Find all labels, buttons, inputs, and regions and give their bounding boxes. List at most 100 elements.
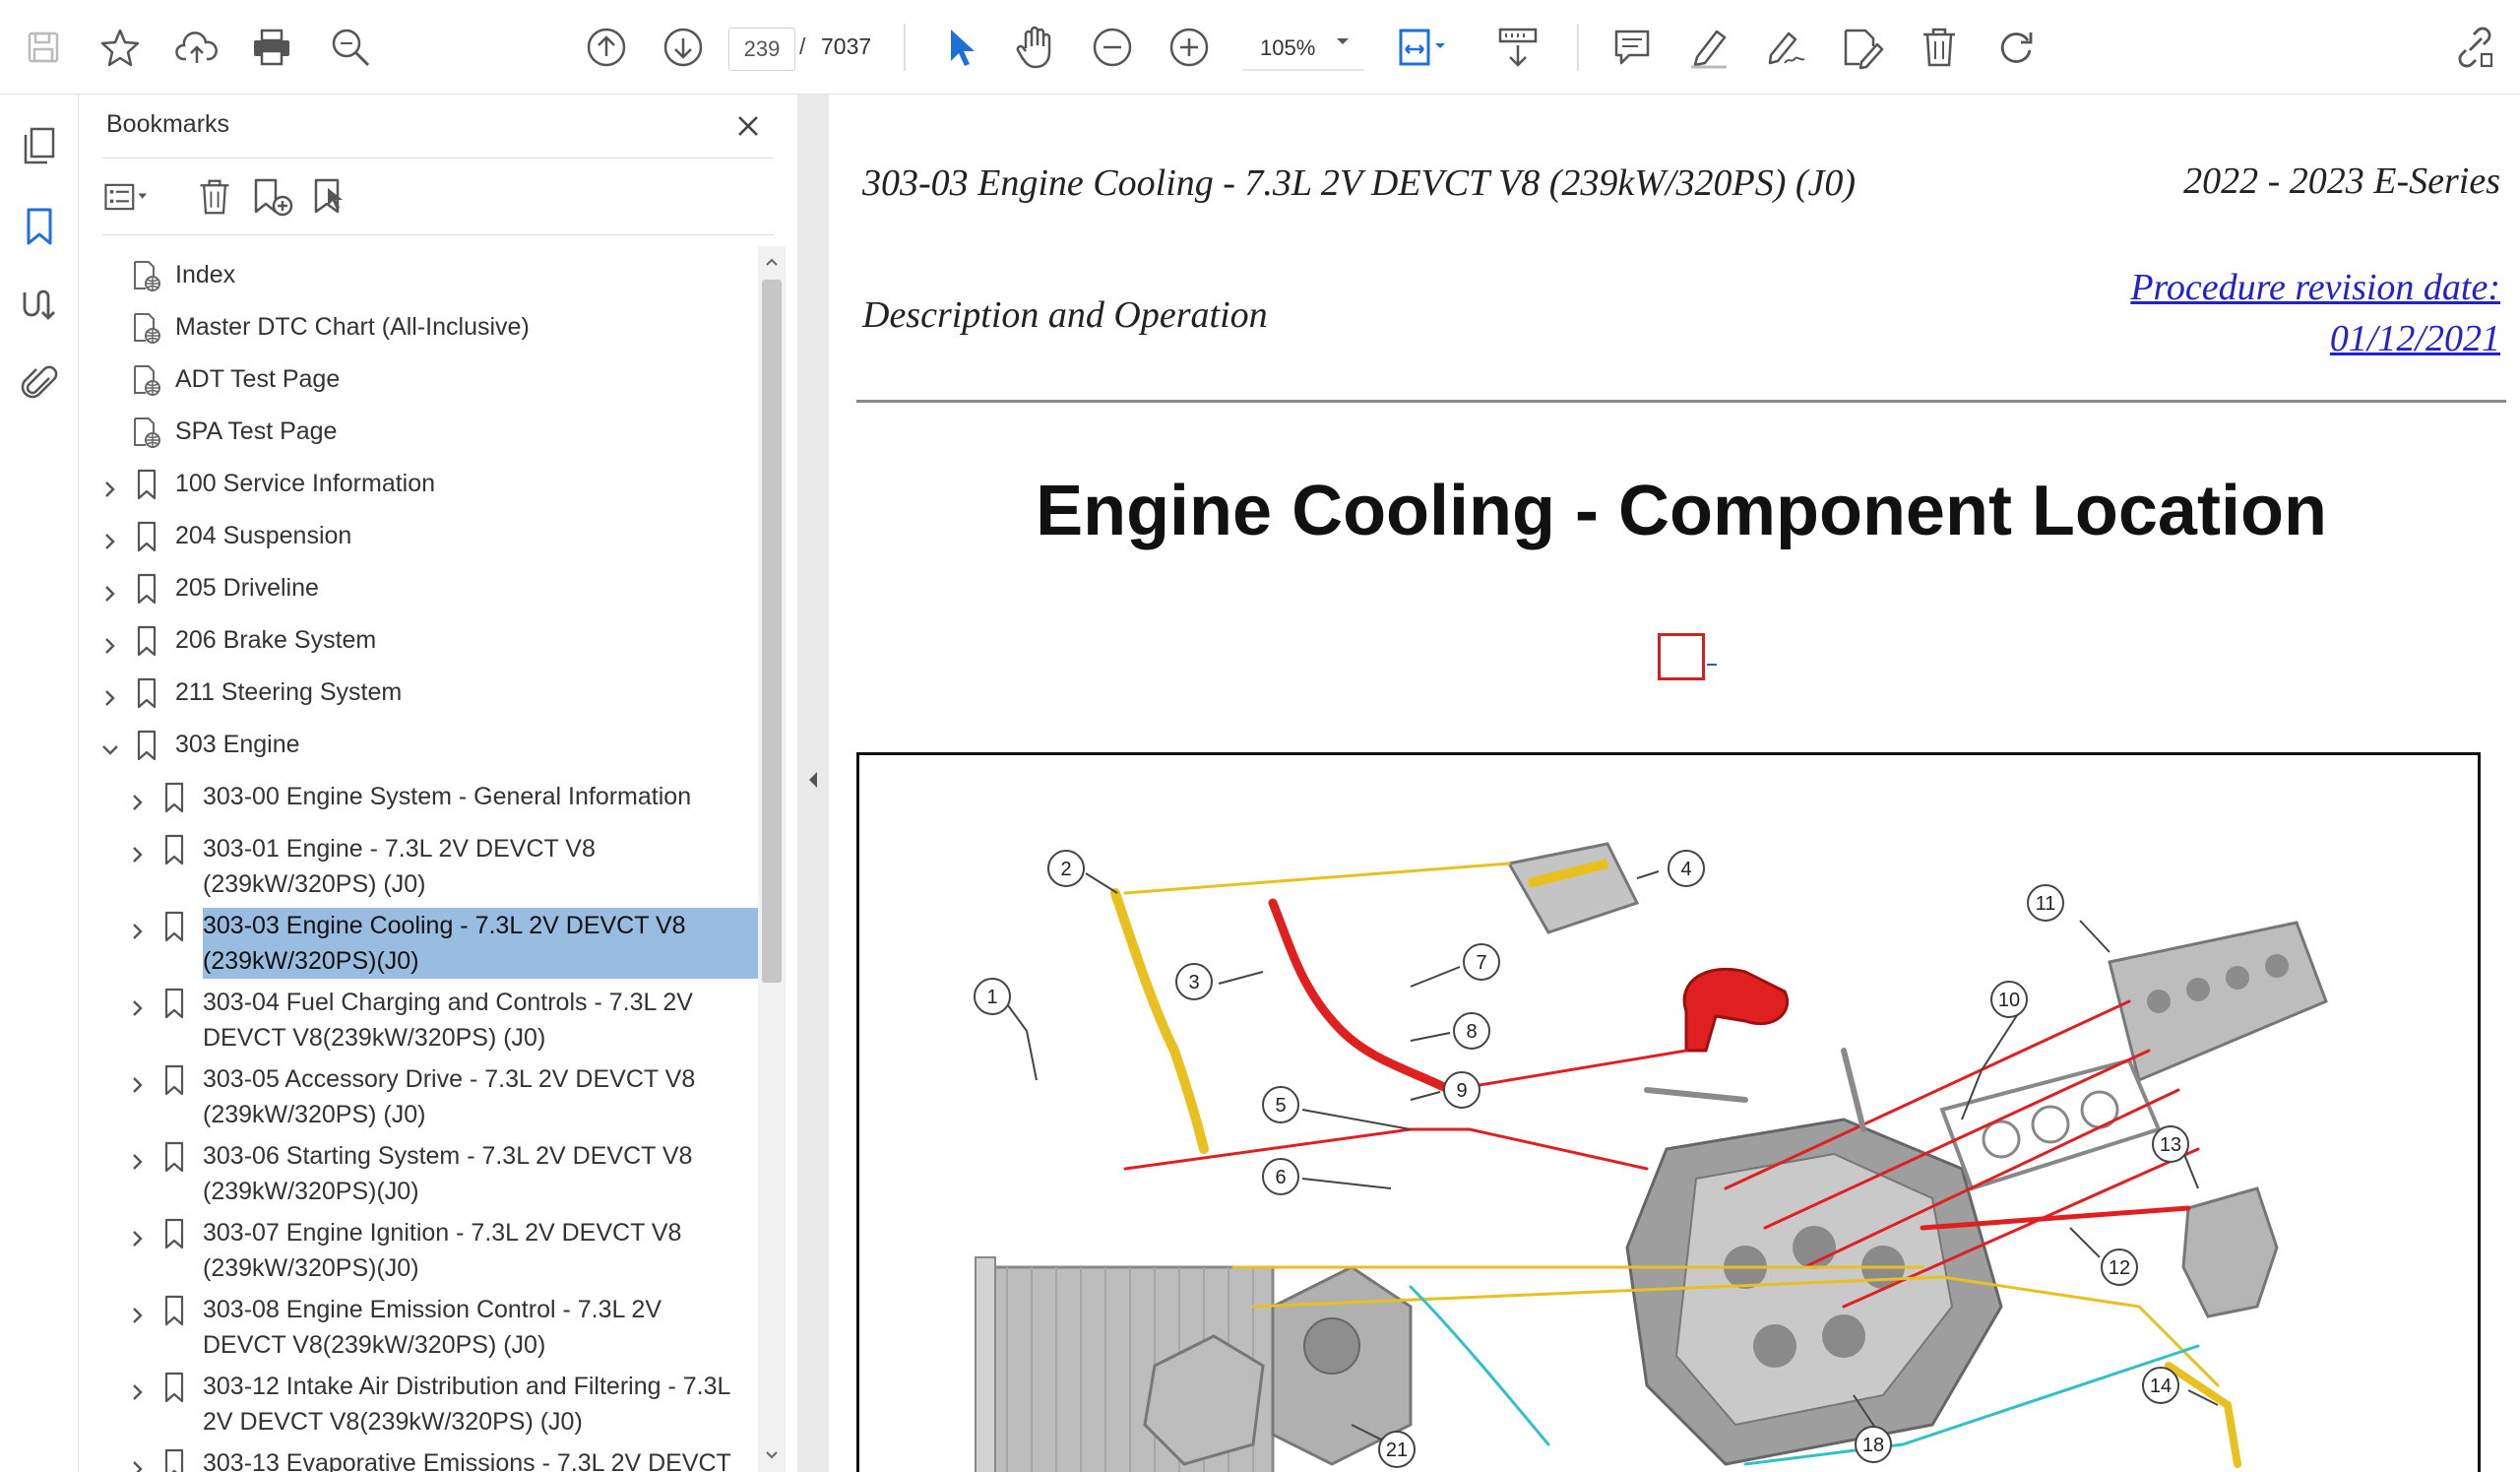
web-page-icon <box>132 311 161 345</box>
toolbar-divider <box>1577 24 1579 71</box>
bookmark-label: Index <box>175 261 236 288</box>
delete-icon[interactable] <box>1910 18 1969 77</box>
chevron-right-icon[interactable] <box>100 474 120 497</box>
panel-title: Bookmarks <box>106 110 230 138</box>
chevron-right-icon[interactable] <box>128 787 148 810</box>
chevron-right-icon[interactable] <box>128 1069 148 1093</box>
chevron-right-icon[interactable] <box>128 992 148 1016</box>
bookmark-icon <box>159 1063 189 1097</box>
bookmark-label: 303-07 Engine Ignition - 7.3L 2V DEVCT V… <box>203 1219 682 1282</box>
chevron-right-icon[interactable] <box>100 682 120 706</box>
bookmark-icon <box>132 729 161 762</box>
edit-document-icon[interactable] <box>1833 18 1892 77</box>
callout-number: 7 <box>1476 952 1486 974</box>
bookmark-icon <box>132 468 161 501</box>
save-icon[interactable] <box>14 18 73 77</box>
bookmark-label: 303-13 Evaporative Emissions - 7.3L 2V D… <box>203 1449 731 1472</box>
procedure-title: 303-03 Engine Cooling - 7.3L 2V DEVCT V8… <box>862 162 1857 204</box>
find-bookmark-icon[interactable] <box>305 173 356 221</box>
bookmark-icon <box>159 910 189 943</box>
callout-number: 2 <box>1060 859 1071 880</box>
previous-page-icon[interactable] <box>577 18 636 77</box>
bookmark-icon <box>132 624 161 658</box>
bookmark-label: 303-12 Intake Air Distribution and Filte… <box>203 1373 730 1436</box>
fit-page-icon[interactable] <box>1392 18 1451 77</box>
bookmark-label: 303-01 Engine - 7.3L 2V DEVCT V8 (239kW/… <box>203 835 596 898</box>
total-pages: 7037 <box>821 33 872 59</box>
scrollbar-thumb[interactable] <box>762 280 782 983</box>
thermostat-housing <box>1682 967 1790 1053</box>
chevron-right-icon[interactable] <box>128 1300 148 1323</box>
chevron-right-icon[interactable] <box>128 1376 148 1400</box>
zoom-search-icon[interactable] <box>321 18 380 77</box>
chevron-right-icon[interactable] <box>128 1453 148 1472</box>
engine-block <box>1625 1118 2003 1466</box>
collapse-panel-icon[interactable] <box>805 768 821 792</box>
close-icon[interactable] <box>728 106 768 146</box>
chevron-right-icon[interactable] <box>100 578 120 602</box>
panel-divider <box>102 234 774 235</box>
attachment-icon[interactable] <box>10 352 69 412</box>
bookmark-label: 211 Steering System <box>175 678 403 706</box>
scroll-mode-icon[interactable] <box>1488 18 1547 77</box>
rotate-icon[interactable] <box>1986 18 2046 77</box>
callout-number: 8 <box>1466 1021 1477 1043</box>
bookmark-label: 303-05 Accessory Drive - 7.3L 2V DEVCT V… <box>203 1065 696 1128</box>
callout-number: 3 <box>1188 972 1199 993</box>
chevron-right-icon[interactable] <box>100 526 120 549</box>
print-icon[interactable] <box>242 18 301 77</box>
chevron-right-icon[interactable] <box>128 916 148 939</box>
page-number-input[interactable]: 239 <box>728 28 795 71</box>
panel-divider <box>102 158 774 159</box>
callout-number: 1 <box>986 987 997 1008</box>
section-name: Description and Operation <box>862 294 1268 336</box>
chevron-right-icon[interactable] <box>100 630 120 654</box>
web-page-icon <box>132 259 161 292</box>
bookmark-tree: Index Master DTC Chart (All-Inclusive) ADT… <box>79 242 758 1472</box>
bookmark-icon <box>159 833 189 866</box>
bookmark-icon <box>159 987 189 1020</box>
callout-number: 4 <box>1680 859 1691 880</box>
zoom-level-dropdown[interactable]: 105% <box>1242 28 1364 71</box>
zoom-out-icon[interactable] <box>1083 18 1142 77</box>
scroll-up-icon[interactable] <box>760 250 784 274</box>
next-page-icon[interactable] <box>654 18 713 77</box>
callout-number: 9 <box>1456 1080 1467 1102</box>
bookmark-label: 303 Engine <box>175 731 300 758</box>
image-placeholder-marker <box>1658 633 1705 680</box>
highlight-pen-icon[interactable] <box>1679 18 1738 77</box>
bookmark-icon <box>159 1447 189 1472</box>
cloud-upload-icon[interactable] <box>167 18 226 77</box>
hand-tool-icon[interactable] <box>1006 18 1065 77</box>
chevron-right-icon[interactable] <box>128 1223 148 1247</box>
page-thumbnails-icon[interactable] <box>10 116 69 175</box>
revision-date-link[interactable]: Procedure revision date: <box>2008 266 2500 309</box>
chevron-right-icon[interactable] <box>128 1146 148 1170</box>
chevron-down-icon[interactable] <box>1335 35 1351 47</box>
share-link-icon[interactable] <box>2445 18 2504 77</box>
chevron-down-icon[interactable] <box>100 735 120 755</box>
scroll-down-icon[interactable] <box>760 1443 784 1467</box>
sign-icon[interactable] <box>1756 18 1815 77</box>
add-bookmark-icon[interactable] <box>246 173 297 221</box>
bookmark-icon <box>159 1140 189 1174</box>
bookmarks-icon[interactable] <box>10 197 69 256</box>
bookmark-icon <box>132 572 161 606</box>
component-location-diagram: 1 2 3 4 5 6 7 8 9 10 11 12 13 14 18 21 <box>856 752 2481 1472</box>
delete-bookmark-icon[interactable] <box>189 173 240 221</box>
bookmark-label: 100 Service Information <box>175 470 436 497</box>
bookmark-options-icon[interactable] <box>102 173 154 221</box>
revision-date-value[interactable]: 01/12/2021 <box>2008 317 2500 360</box>
signatures-icon[interactable] <box>10 276 69 335</box>
bookmark-label: ADT Test Page <box>175 365 341 393</box>
chevron-right-icon[interactable] <box>128 839 148 863</box>
select-arrow-icon[interactable] <box>931 18 990 77</box>
bookmark-label: 206 Brake System <box>175 626 377 654</box>
comment-icon[interactable] <box>1603 18 1662 77</box>
bookmark-label: 303-08 Engine Emission Control - 7.3L 2V… <box>203 1296 662 1359</box>
head-gasket <box>1939 1057 2162 1191</box>
zoom-in-icon[interactable] <box>1160 18 1219 77</box>
star-icon[interactable] <box>91 18 150 77</box>
bookmark-label: 303-06 Starting System - 7.3L 2V DEVCT V… <box>203 1142 693 1205</box>
web-page-icon <box>132 416 161 449</box>
